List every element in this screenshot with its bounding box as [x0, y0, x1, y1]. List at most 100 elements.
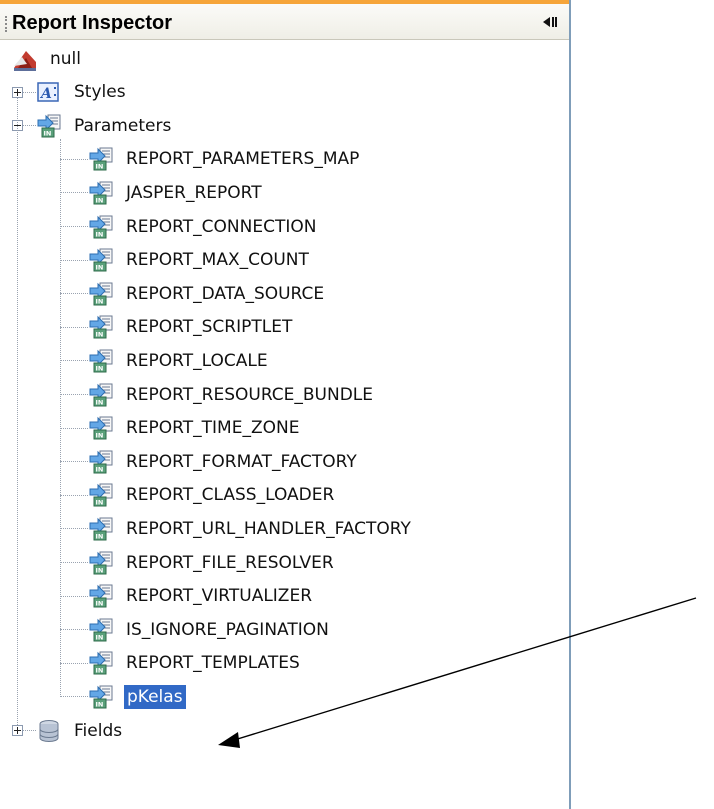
tree-node-root[interactable]: null: [12, 42, 83, 75]
parameter-icon: IN: [88, 684, 114, 710]
parameter-label: REPORT_RESOURCE_BUNDLE: [126, 384, 374, 405]
parameter-icon: IN: [88, 348, 114, 374]
tree-styles-label: Styles: [74, 82, 126, 103]
parameter-icon: IN: [88, 146, 114, 172]
tree-connector: [60, 461, 88, 463]
tree-connector: [60, 360, 88, 362]
tree-connector: [60, 226, 88, 227]
parameter-icon: IN: [88, 583, 114, 609]
styles-icon: A: [36, 79, 62, 105]
svg-text:IN: IN: [96, 230, 104, 238]
report-icon: [12, 46, 38, 72]
parameter-icon: IN: [88, 650, 114, 676]
tree-node-parameters[interactable]: IN Parameters: [36, 109, 173, 142]
tree-node-parameter[interactable]: IN REPORT_RESOURCE_BUNDLE: [88, 378, 375, 411]
parameter-label: REPORT_TIME_ZONE: [126, 418, 300, 439]
svg-text:IN: IN: [96, 432, 104, 440]
tree-connector: [23, 730, 36, 731]
tree-connector: [60, 528, 88, 530]
panel-header: Report Inspector: [0, 0, 569, 40]
parameter-icon: IN: [88, 482, 114, 508]
parameter-icon: IN: [36, 113, 62, 139]
tree-connector: [60, 629, 88, 631]
parameter-icon: IN: [88, 247, 114, 273]
parameter-label: REPORT_FILE_RESOLVER: [126, 552, 334, 573]
tree-connector: [60, 494, 88, 496]
svg-text:IN: IN: [96, 667, 104, 675]
tree-node-parameter[interactable]: IN REPORT_URL_HANDLER_FACTORY: [88, 512, 413, 545]
parameter-label: JASPER_REPORT: [126, 182, 262, 203]
tree-node-parameter[interactable]: IN REPORT_CONNECTION: [88, 210, 318, 243]
tree-node-parameter[interactable]: IN REPORT_PARAMETERS_MAP: [88, 143, 361, 176]
svg-text:IN: IN: [96, 196, 104, 204]
screenshot-stage: Report Inspector null A Styles IN Parame…: [0, 0, 714, 809]
tree-node-parameter[interactable]: IN REPORT_SCRIPTLET: [88, 311, 294, 344]
tree-connector: [23, 91, 36, 93]
tree-node-parameter[interactable]: IN REPORT_LOCALE: [88, 344, 270, 377]
minimize-icon[interactable]: [541, 15, 559, 29]
parameter-label: REPORT_MAX_COUNT: [126, 250, 309, 271]
parameter-label: REPORT_SCRIPTLET: [126, 317, 293, 338]
tree-connector: [60, 394, 88, 395]
tree-node-parameter[interactable]: IN REPORT_MAX_COUNT: [88, 244, 311, 277]
tree-fields-label: Fields: [74, 720, 123, 741]
tree-connector: [60, 562, 88, 563]
tree-node-parameter[interactable]: IN REPORT_VIRTUALIZER: [88, 580, 314, 613]
tree-node-parameter[interactable]: IN JASPER_REPORT: [88, 176, 264, 209]
tree-connector: [60, 259, 88, 261]
parameter-label: REPORT_FORMAT_FACTORY: [126, 451, 357, 472]
tree-node-parameter[interactable]: IN REPORT_FORMAT_FACTORY: [88, 445, 359, 478]
parameter-label: REPORT_DATA_SOURCE: [126, 283, 325, 304]
parameter-icon: IN: [88, 314, 114, 340]
expand-fields-toggle[interactable]: [12, 725, 23, 736]
expand-styles-toggle[interactable]: [12, 86, 23, 98]
tree-node-parameter[interactable]: IN REPORT_TEMPLATES: [88, 647, 302, 680]
svg-text:IN: IN: [96, 331, 104, 339]
tree-node-parameter[interactable]: IN pKelas: [88, 680, 187, 713]
parameter-label: REPORT_TEMPLATES: [126, 653, 300, 674]
svg-text:A: A: [39, 86, 52, 102]
parameter-icon: IN: [88, 449, 114, 475]
tree-connector: [60, 595, 88, 597]
tree-node-parameter[interactable]: IN REPORT_CLASS_LOADER: [88, 479, 336, 512]
svg-text:IN: IN: [96, 465, 104, 473]
panel-title: Report Inspector: [12, 12, 173, 34]
tree-parameters-label: Parameters: [74, 115, 172, 136]
parameter-icon: IN: [88, 281, 114, 307]
parameter-label: REPORT_CLASS_LOADER: [126, 485, 335, 506]
svg-text:IN: IN: [96, 633, 104, 641]
svg-text:IN: IN: [96, 264, 104, 272]
tree-node-parameter[interactable]: IN IS_IGNORE_PAGINATION: [88, 613, 331, 646]
svg-text:IN: IN: [96, 297, 104, 305]
parameter-icon: IN: [88, 617, 114, 643]
svg-text:IN: IN: [96, 364, 104, 372]
drag-grip-icon[interactable]: [5, 16, 10, 32]
svg-text:IN: IN: [44, 129, 52, 137]
tree-connector: [60, 662, 88, 664]
tree-connector: [60, 192, 88, 194]
parameter-label: REPORT_LOCALE: [126, 350, 268, 371]
tree-connector: [60, 139, 61, 698]
parameter-label: REPORT_VIRTUALIZER: [126, 586, 313, 607]
tree-connector: [17, 97, 18, 725]
tree-node-fields[interactable]: Fields: [36, 714, 124, 747]
tree-node-styles[interactable]: A Styles: [36, 76, 128, 109]
database-icon: [36, 718, 62, 744]
parameter-label: REPORT_CONNECTION: [126, 216, 317, 237]
parameter-icon: IN: [88, 382, 114, 408]
svg-text:IN: IN: [96, 532, 104, 540]
tree-node-parameter[interactable]: IN REPORT_DATA_SOURCE: [88, 277, 326, 310]
tree-root-label: null: [50, 48, 81, 69]
tree-connector: [23, 125, 36, 127]
parameter-icon: IN: [88, 516, 114, 542]
tree-node-parameter[interactable]: IN REPORT_FILE_RESOLVER: [88, 546, 336, 579]
svg-text:IN: IN: [96, 566, 104, 574]
selected-parameter-label: pKelas: [123, 683, 187, 710]
tree-connector: [60, 293, 88, 295]
tree-node-parameter[interactable]: IN REPORT_TIME_ZONE: [88, 412, 301, 445]
svg-text:IN: IN: [96, 398, 104, 406]
svg-text:IN: IN: [96, 700, 104, 708]
svg-text:IN: IN: [96, 163, 104, 171]
tree-connector: [60, 158, 88, 160]
parameter-label: REPORT_URL_HANDLER_FACTORY: [126, 518, 411, 539]
